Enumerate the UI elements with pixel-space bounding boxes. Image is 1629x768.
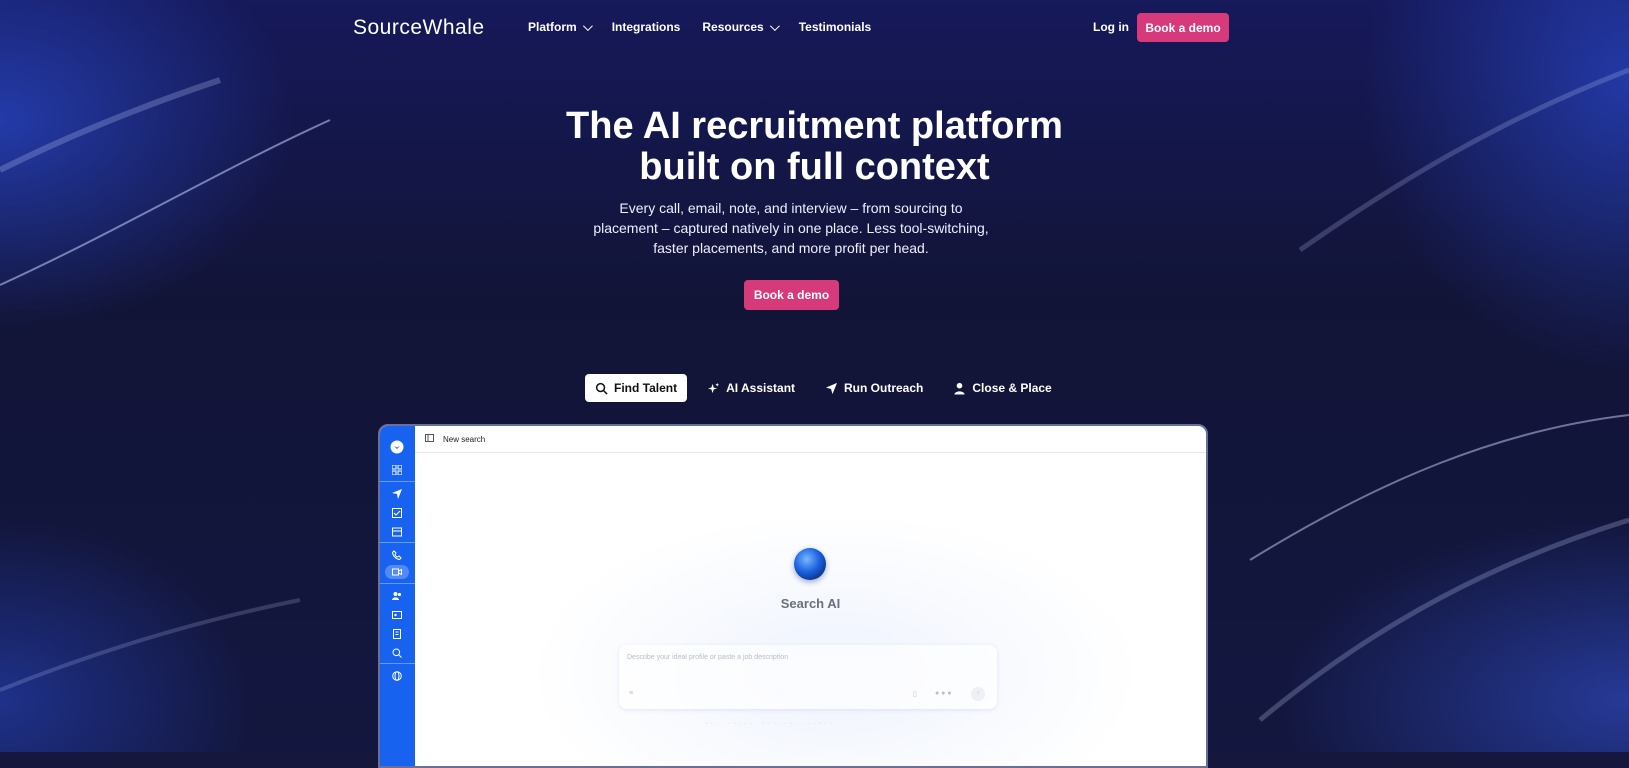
whale-logo-icon[interactable]	[390, 440, 404, 454]
tab-label: AI Assistant	[726, 381, 796, 395]
nav-links: Platform Integrations Resources Testimon…	[528, 20, 871, 34]
sparkle-icon	[708, 382, 720, 393]
sidebar-divider	[380, 481, 415, 482]
app-topbar: New search	[415, 426, 1206, 453]
phone-icon[interactable]	[392, 550, 402, 560]
search-icon	[595, 382, 608, 395]
nav-item-resources[interactable]: Resources	[702, 20, 780, 34]
id-card-icon[interactable]	[392, 610, 402, 620]
people-icon[interactable]	[392, 591, 402, 601]
menu-icon[interactable]: ≡	[629, 690, 633, 697]
inbox-icon[interactable]	[392, 527, 402, 537]
tab-label: Run Outreach	[844, 381, 924, 395]
book-demo-button-hero[interactable]: Book a demo	[744, 280, 839, 310]
submit-arrow-icon[interactable]: ↑	[971, 687, 985, 701]
top-navigation: SourceWhale Platform Integrations Resour…	[0, 0, 1629, 54]
nav-item-testimonials[interactable]: Testimonials	[799, 20, 871, 34]
person-icon	[954, 382, 965, 395]
feature-tabs: Find Talent AI Assistant Run Outreach Cl…	[585, 374, 1062, 402]
search-ai-input[interactable]: Describe your ideal profile or paste a j…	[619, 645, 997, 709]
suggestion-chips: ◦ · · · · ◦ · · · · ◦ · · · · ◦ · · · · …	[705, 721, 834, 727]
tab-close-place[interactable]: Close & Place	[943, 374, 1061, 402]
building-icon[interactable]	[392, 629, 402, 639]
sidebar-toggle-icon[interactable]	[425, 434, 434, 442]
chevron-down-icon	[769, 20, 780, 31]
sidebar-divider	[380, 663, 415, 664]
search-ai-input-placeholder: Describe your ideal profile or paste a j…	[627, 654, 789, 661]
tab-ai-assistant[interactable]: AI Assistant	[697, 374, 805, 402]
tab-run-outreach[interactable]: Run Outreach	[815, 374, 933, 402]
tab-find-talent[interactable]: Find Talent	[585, 374, 688, 402]
send-icon[interactable]	[392, 489, 402, 499]
book-icon[interactable]: ▯	[913, 690, 917, 698]
nav-item-label: Resources	[702, 20, 764, 34]
brand-logo[interactable]: SourceWhale	[353, 16, 485, 40]
app-preview-frame: New search Search AI Describe your ideal…	[378, 424, 1208, 768]
hero-subtitle: Every call, email, note, and interview –…	[593, 200, 989, 256]
nav-item-label: Integrations	[611, 20, 681, 34]
nav-item-label: Testimonials	[798, 20, 872, 34]
sidebar-divider	[380, 542, 415, 543]
app-sidebar	[380, 426, 415, 766]
search-ai-panel: Search AI Describe your ideal profile or…	[415, 453, 1206, 766]
globe-icon[interactable]	[392, 671, 402, 681]
nav-item-label: Platform	[528, 20, 577, 34]
search-ai-orb-icon	[794, 548, 826, 580]
nav-item-platform[interactable]: Platform	[528, 20, 593, 34]
tab-label: Find Talent	[614, 381, 678, 395]
hero-title: The AI recruitment platform built on ful…	[0, 106, 1629, 188]
sidebar-divider	[380, 583, 415, 584]
search-icon[interactable]	[392, 648, 402, 658]
checkbox-icon[interactable]	[392, 508, 402, 518]
video-icon[interactable]	[392, 567, 402, 577]
integration-icons[interactable]: ● ● ●	[935, 690, 952, 697]
chevron-down-icon	[582, 20, 593, 31]
book-demo-button-nav[interactable]: Book a demo	[1137, 13, 1229, 42]
hero-title-line1: The AI recruitment platform	[566, 105, 1063, 147]
tab-label: Close & Place	[972, 381, 1052, 395]
search-ai-title: Search AI	[780, 596, 841, 611]
grid-icon[interactable]	[392, 465, 402, 475]
app-topbar-title: New search	[443, 435, 486, 444]
login-link[interactable]: Log in	[1093, 20, 1129, 34]
hero-title-line2: built on full context	[639, 146, 990, 188]
nav-item-integrations[interactable]: Integrations	[612, 20, 681, 34]
send-icon	[825, 382, 838, 394]
